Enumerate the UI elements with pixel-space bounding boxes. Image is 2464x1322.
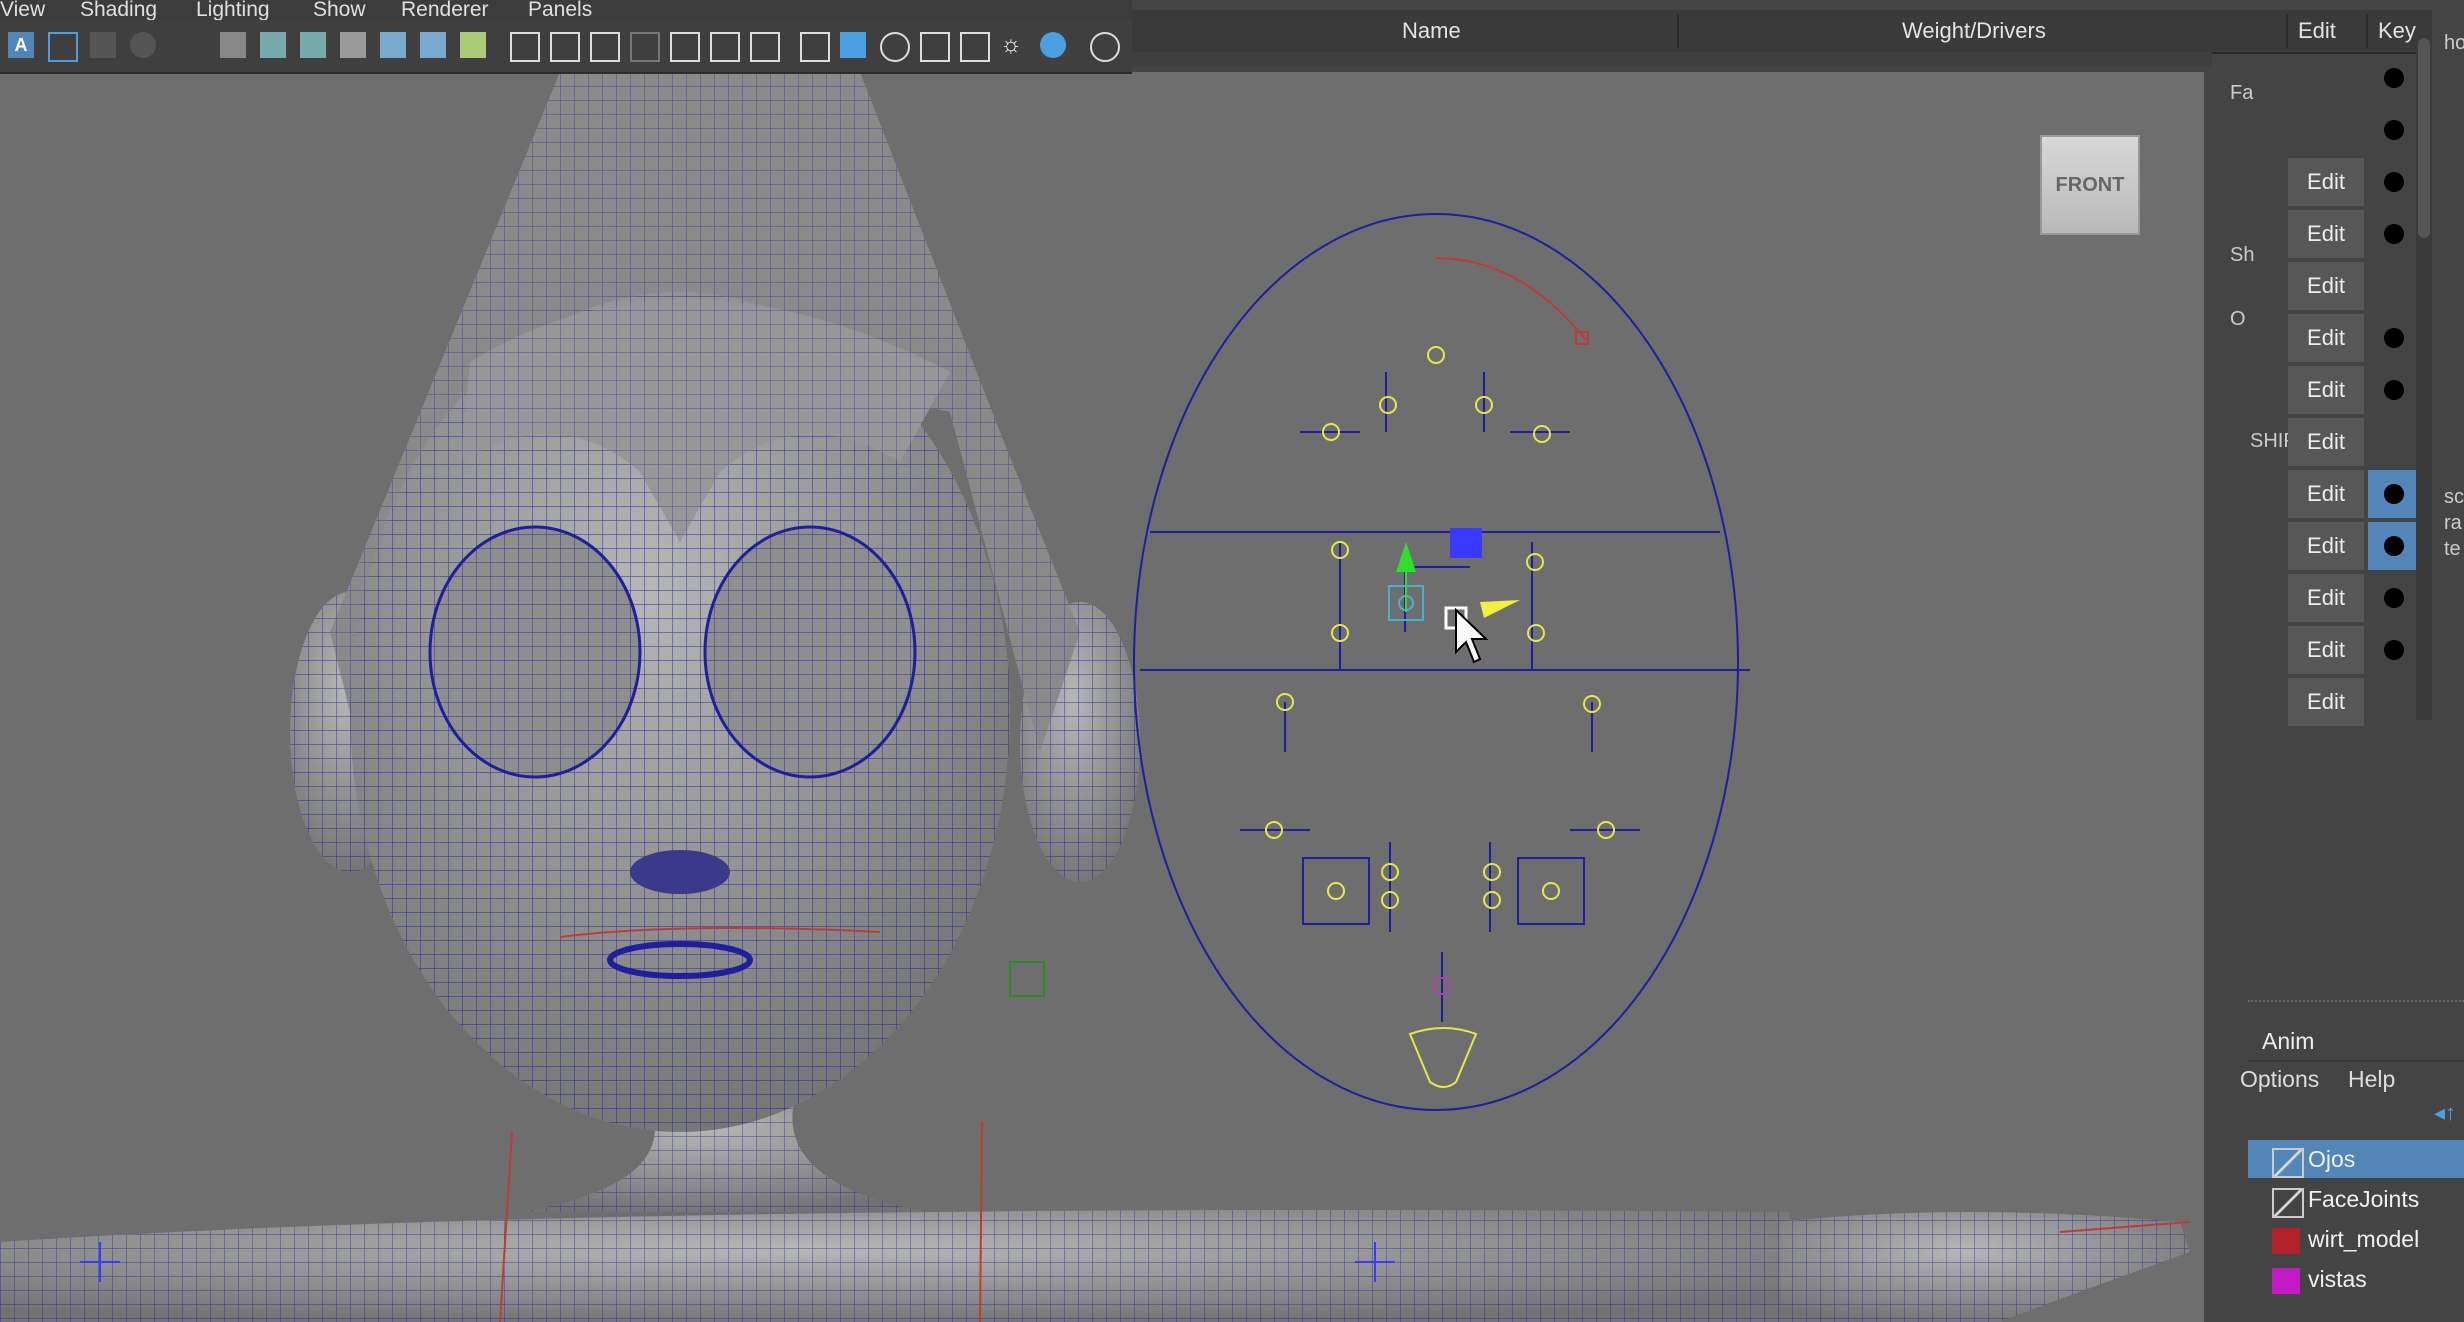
key-dot-icon — [2384, 588, 2404, 608]
row-edit-button[interactable]: Edit — [2288, 366, 2364, 416]
scroll-thumb[interactable] — [2418, 38, 2430, 238]
partial-label: sc — [2444, 486, 2464, 508]
row-edit-button[interactable]: Edit — [2288, 262, 2364, 312]
key-dot-icon — [2384, 328, 2404, 348]
wireframe-icon[interactable] — [800, 32, 830, 62]
bookmark-icon[interactable] — [90, 32, 116, 58]
key-dot-icon — [2384, 68, 2404, 88]
menu-lighting[interactable]: Lighting — [196, 0, 270, 22]
row-edit-button[interactable]: Edit — [2288, 678, 2364, 728]
blend-shape-editor: Name Weight/Drivers Edit Key Edit Edit Edi… — [1132, 0, 2432, 735]
dolly-icon[interactable] — [300, 32, 326, 58]
name-column-header[interactable]: Name — [1402, 18, 1461, 44]
menu-view[interactable]: View — [0, 0, 45, 22]
2d-pan-icon[interactable] — [380, 32, 406, 58]
character-head — [350, 292, 1010, 1132]
character-body — [0, 1082, 2190, 1322]
row-edit-button[interactable]: Edit — [2288, 522, 2364, 572]
layers-menu-help[interactable]: Help — [2348, 1066, 2395, 1093]
partial-label: te — [2444, 538, 2461, 560]
menu-show[interactable]: Show — [313, 0, 366, 22]
key-dot-icon — [2384, 120, 2404, 140]
key-dot-icon — [2384, 536, 2404, 556]
xray-icon[interactable] — [960, 32, 990, 62]
lights-icon[interactable]: ☼ — [1000, 32, 1026, 58]
image-plane-icon[interactable] — [130, 32, 156, 58]
row-edit-button[interactable]: Edit — [2288, 314, 2364, 364]
layer-color-swatch[interactable] — [2272, 1228, 2300, 1254]
row-edit-button[interactable]: Edit — [2288, 470, 2364, 520]
default-material-icon[interactable] — [880, 32, 910, 62]
layer-color-swatch[interactable] — [2272, 1268, 2300, 1294]
key-column-header[interactable]: Key — [2378, 18, 2416, 44]
field-chart-icon[interactable] — [670, 32, 700, 62]
partial-label: ra — [2444, 512, 2462, 534]
grid-icon[interactable] — [510, 32, 540, 62]
key-dot-icon — [2384, 380, 2404, 400]
layers-menu-options[interactable]: Options — [2240, 1066, 2319, 1093]
key-dot-icon — [2384, 640, 2404, 660]
row-edit-button — [2288, 106, 2364, 156]
row-edit-button[interactable]: Edit — [2288, 626, 2364, 676]
layer-editor: Anim Options Help ◂↑ Ojos FaceJoints wirt_… — [2240, 1000, 2464, 1322]
layer-name: FaceJoints — [2308, 1186, 2420, 1212]
tab-anim[interactable]: Anim — [2262, 1028, 2314, 1055]
weight-column-header[interactable]: Weight/Drivers — [1902, 18, 2046, 44]
bookmark-camera-icon[interactable] — [340, 32, 366, 58]
key-dot-icon — [2384, 484, 2404, 504]
layer-row[interactable]: wirt_model — [2248, 1220, 2464, 1258]
safe-action-icon[interactable] — [710, 32, 740, 62]
partial-label: ho — [2444, 32, 2464, 54]
row-edit-button[interactable]: Edit — [2288, 574, 2364, 624]
menu-panels[interactable]: Panels — [528, 0, 592, 22]
textured-icon[interactable] — [920, 32, 950, 62]
row-edit-button[interactable]: Edit — [2288, 158, 2364, 208]
layer-row[interactable]: Ojos — [2248, 1140, 2464, 1178]
shadows-icon[interactable] — [1040, 32, 1066, 58]
layer-row[interactable]: vistas — [2248, 1260, 2464, 1298]
smooth-shade-icon[interactable] — [840, 32, 866, 58]
editor-column-header: Name Weight/Drivers Edit Key — [1132, 10, 2432, 54]
menu-renderer[interactable]: Renderer — [401, 0, 489, 22]
track-icon[interactable] — [260, 32, 286, 58]
layer-name: Ojos — [2308, 1146, 2356, 1172]
row-edit-button[interactable]: Edit — [2288, 418, 2364, 468]
layer-name: wirt_model — [2308, 1226, 2420, 1252]
row-edit-button[interactable]: Edit — [2288, 210, 2364, 260]
key-dot-icon — [2384, 172, 2404, 192]
layer-name: vistas — [2308, 1266, 2367, 1292]
isolate-icon[interactable] — [1090, 32, 1120, 62]
viewport-menu-bar: View Shading Lighting Show Renderer Pane… — [0, 0, 1132, 22]
zoom-icon[interactable] — [420, 32, 446, 58]
move-layer-icon[interactable]: ◂↑ — [2434, 1100, 2456, 1126]
safe-title-icon[interactable] — [750, 32, 780, 62]
menu-shading[interactable]: Shading — [80, 0, 157, 22]
edit-column-header[interactable]: Edit — [2298, 18, 2336, 44]
layer-row[interactable]: FaceJoints — [2248, 1180, 2464, 1218]
resolution-gate-icon[interactable] — [590, 32, 620, 62]
select-camera-icon[interactable]: A — [8, 32, 34, 58]
grease-pencil-icon[interactable] — [460, 32, 486, 58]
layer-color-swatch[interactable] — [2272, 1188, 2304, 1218]
viewport-toolbar: A ☼ — [0, 20, 1132, 74]
editor-toolbar-strip — [1132, 52, 2212, 66]
row-edit-button — [2288, 54, 2364, 104]
key-dot-icon — [2384, 224, 2404, 244]
gate-mask-icon[interactable] — [630, 32, 660, 62]
editor-scrollbar[interactable] — [2416, 20, 2432, 720]
layer-color-swatch[interactable] — [2272, 1148, 2304, 1178]
camera-icon[interactable] — [220, 32, 246, 58]
film-gate-icon[interactable] — [550, 32, 580, 62]
camera-attributes-icon[interactable] — [48, 32, 78, 62]
